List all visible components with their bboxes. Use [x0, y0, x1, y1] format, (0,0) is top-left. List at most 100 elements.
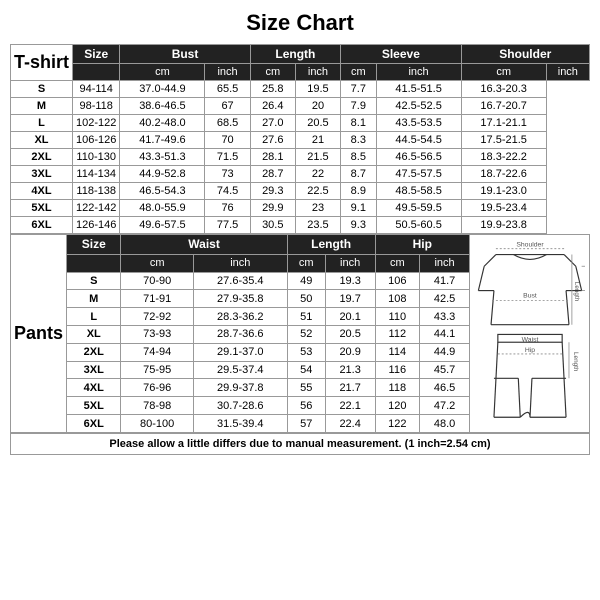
svg-text:Shoulder: Shoulder	[516, 242, 544, 249]
tshirt-sub-length-inch: inch	[295, 64, 340, 81]
pants-row-0-col-6: 41.7	[420, 272, 470, 290]
pants-row-6-col-1: 76-96	[121, 379, 193, 397]
tshirt-size-header: Size	[73, 45, 120, 64]
tshirt-sub-size	[73, 64, 120, 81]
pants-subheader-1: cm	[121, 254, 193, 272]
tshirt-row-2-col-4: 27.0	[250, 115, 295, 132]
tshirt-row-4-col-0: 2XL	[11, 149, 73, 166]
tshirt-row-6-col-3: 74.5	[205, 183, 250, 200]
tshirt-row-0-col-6: 7.7	[341, 81, 376, 98]
tshirt-row-6-col-8: 19.1-23.0	[461, 183, 546, 200]
pants-row-1-col-1: 71-91	[121, 290, 193, 308]
tshirt-row-6-col-4: 29.3	[250, 183, 295, 200]
tshirt-row-8-col-0: 6XL	[11, 217, 73, 234]
pants-row-3-col-3: 52	[287, 326, 325, 344]
tshirt-row-3-col-5: 21	[295, 132, 340, 149]
tshirt-row-7-col-4: 29.9	[250, 200, 295, 217]
pants-row-1-col-2: 27.9-35.8	[193, 290, 287, 308]
pants-row-5-col-2: 29.5-37.4	[193, 361, 287, 379]
pants-row-3-col-6: 44.1	[420, 326, 470, 344]
tshirt-row-7-col-7: 49.5-59.5	[376, 200, 461, 217]
pants-row-6-col-0: 4XL	[67, 379, 121, 397]
pants-row-1-col-6: 42.5	[420, 290, 470, 308]
tshirt-row-3-col-4: 27.6	[250, 132, 295, 149]
tshirt-row-8-col-5: 23.5	[295, 217, 340, 234]
pants-label: Pants	[11, 235, 67, 433]
tshirt-sub-shoulder-inch: inch	[546, 64, 589, 81]
tshirt-row-8-col-6: 9.3	[341, 217, 376, 234]
tshirt-row-7-col-2: 48.0-55.9	[120, 200, 205, 217]
tshirt-row-3-col-7: 44.5-54.5	[376, 132, 461, 149]
pants-row-3-col-2: 28.7-36.6	[193, 326, 287, 344]
pants-row-7-col-0: 5XL	[67, 397, 121, 415]
pants-row-3-col-5: 112	[375, 326, 420, 344]
tshirt-row-1-col-6: 7.9	[341, 98, 376, 115]
svg-text:Length: Length	[571, 352, 578, 372]
pants-row-2-col-0: L	[67, 308, 121, 326]
pants-row-6-col-4: 21.7	[325, 379, 375, 397]
tshirt-row-5-col-8: 18.7-22.6	[461, 166, 546, 183]
tshirt-row-5-col-1: 114-134	[73, 166, 120, 183]
tshirt-sub-length-cm: cm	[250, 64, 295, 81]
pants-row-5-col-6: 45.7	[420, 361, 470, 379]
pants-header-waist: Waist	[121, 235, 287, 255]
pants-row-5-col-4: 21.3	[325, 361, 375, 379]
tshirt-sub-sleeve-cm: cm	[341, 64, 376, 81]
pants-row-5-col-1: 75-95	[121, 361, 193, 379]
tshirt-row-1-col-2: 38.6-46.5	[120, 98, 205, 115]
pants-header-size: Size	[67, 235, 121, 255]
tshirt-row-8-col-8: 19.9-23.8	[461, 217, 546, 234]
pants-row-5-col-3: 54	[287, 361, 325, 379]
tshirt-row-6-col-1: 118-138	[73, 183, 120, 200]
pants-row-8-col-0: 6XL	[67, 415, 121, 433]
pants-row-7-col-5: 120	[375, 397, 420, 415]
tshirt-row-2-col-5: 20.5	[295, 115, 340, 132]
pants-row-8-col-4: 22.4	[325, 415, 375, 433]
tshirt-row-4-col-5: 21.5	[295, 149, 340, 166]
tshirt-row-6-col-5: 22.5	[295, 183, 340, 200]
pants-row-1-col-4: 19.7	[325, 290, 375, 308]
tshirt-row-2-col-0: L	[11, 115, 73, 132]
tshirt-row-0-col-4: 25.8	[250, 81, 295, 98]
tshirt-sub-bust-cm: cm	[120, 64, 205, 81]
svg-text:Hip: Hip	[524, 347, 534, 354]
tshirt-row-7-col-0: 5XL	[11, 200, 73, 217]
tshirt-row-0-col-5: 19.5	[295, 81, 340, 98]
pants-row-2-col-5: 110	[375, 308, 420, 326]
tshirt-row-4-col-6: 8.5	[341, 149, 376, 166]
tshirt-row-7-col-5: 23	[295, 200, 340, 217]
pants-subheader-0	[67, 254, 121, 272]
tshirt-row-2-col-3: 68.5	[205, 115, 250, 132]
tshirt-row-6-col-7: 48.5-58.5	[376, 183, 461, 200]
pants-row-6-col-6: 46.5	[420, 379, 470, 397]
tshirt-row-1-col-5: 20	[295, 98, 340, 115]
pants-row-8-col-5: 122	[375, 415, 420, 433]
pants-row-5-col-5: 116	[375, 361, 420, 379]
tshirt-row-5-col-2: 44.9-52.8	[120, 166, 205, 183]
tshirt-row-7-col-1: 122-142	[73, 200, 120, 217]
pants-row-7-col-3: 56	[287, 397, 325, 415]
tshirt-row-8-col-3: 77.5	[205, 217, 250, 234]
pants-row-0-col-3: 49	[287, 272, 325, 290]
tshirt-row-4-col-2: 43.3-51.3	[120, 149, 205, 166]
tshirt-row-8-col-7: 50.5-60.5	[376, 217, 461, 234]
tshirt-length-header: Length	[250, 45, 340, 64]
pants-row-4-col-4: 20.9	[325, 343, 375, 361]
pants-subheader-6: inch	[420, 254, 470, 272]
tshirt-row-4-col-3: 71.5	[205, 149, 250, 166]
pants-row-4-col-5: 114	[375, 343, 420, 361]
pants-row-4-col-3: 53	[287, 343, 325, 361]
pants-row-0-col-2: 27.6-35.4	[193, 272, 287, 290]
tshirt-shoulder-header: Shoulder	[461, 45, 589, 64]
pants-row-0-col-5: 106	[375, 272, 420, 290]
tshirt-row-3-col-8: 17.5-21.5	[461, 132, 546, 149]
tshirt-row-3-col-0: XL	[11, 132, 73, 149]
pants-row-7-col-6: 47.2	[420, 397, 470, 415]
tshirt-row-2-col-6: 8.1	[341, 115, 376, 132]
tshirt-row-2-col-1: 102-122	[73, 115, 120, 132]
tshirt-row-4-col-7: 46.5-56.5	[376, 149, 461, 166]
tshirt-row-0-col-1: 94-114	[73, 81, 120, 98]
tshirt-bust-header: Bust	[120, 45, 250, 64]
tshirt-sleeve-header: Sleeve	[341, 45, 462, 64]
page-title: Size Chart	[10, 10, 590, 36]
